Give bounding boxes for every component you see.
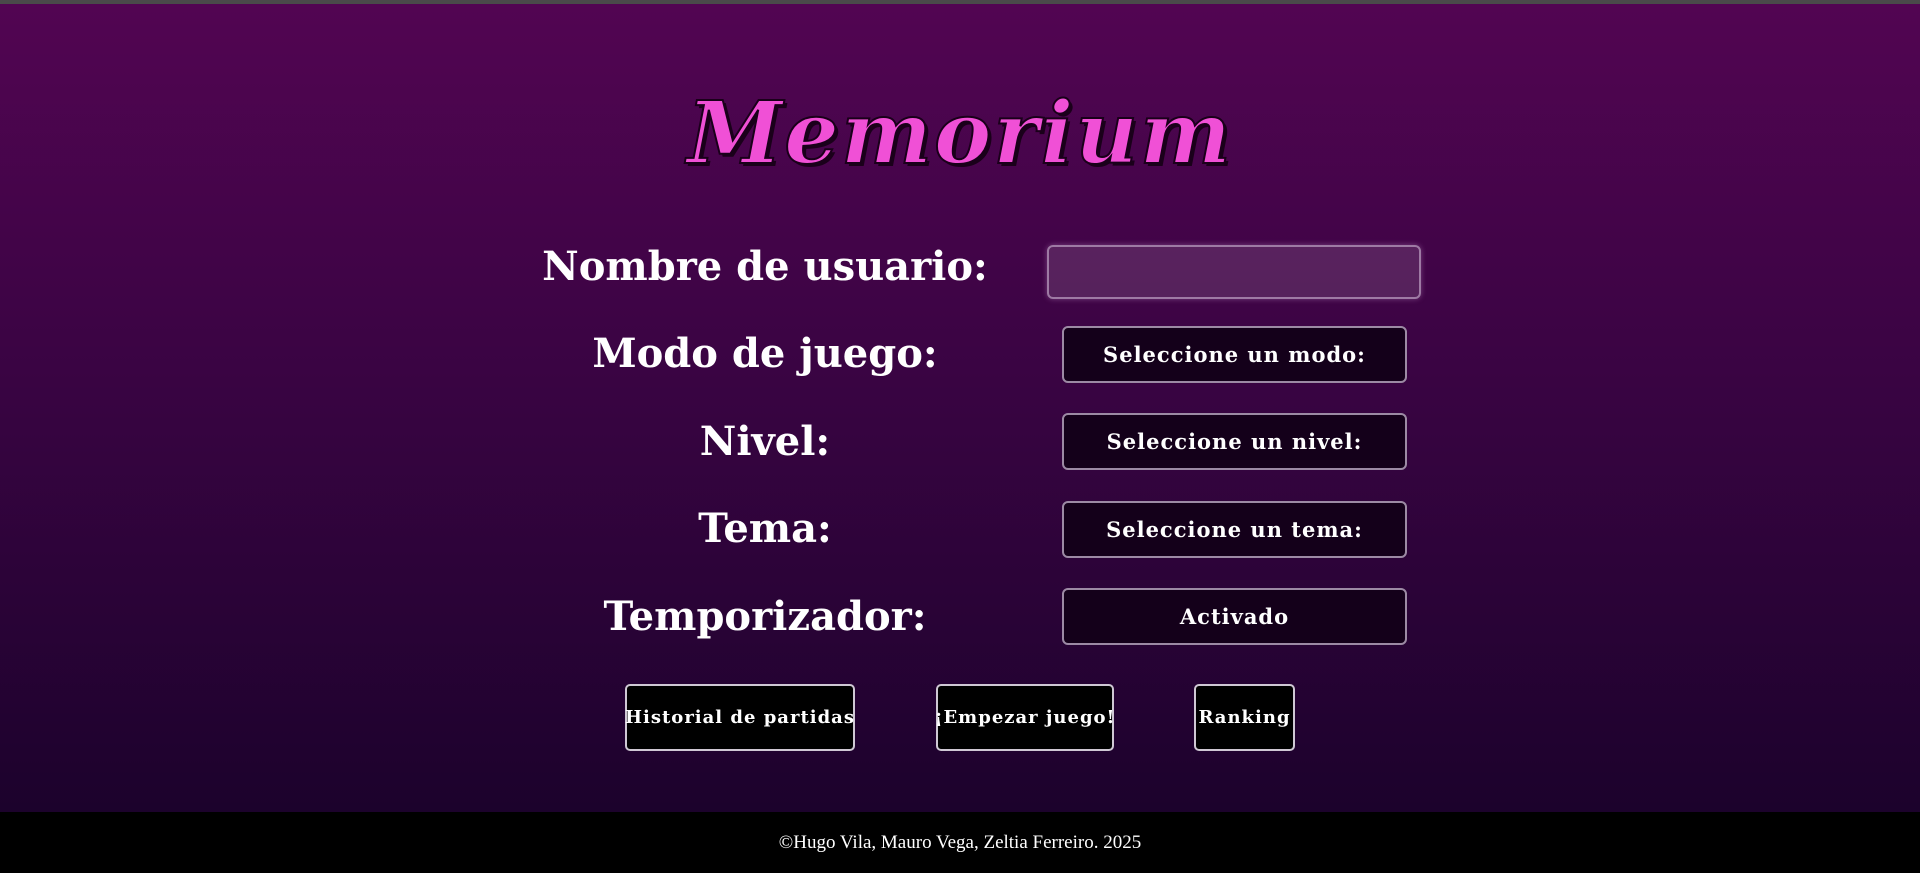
timer-label: Temporizador:	[603, 593, 927, 640]
theme-select-value: Seleccione un tema:	[1106, 517, 1363, 542]
username-label: Nombre de usuario:	[542, 243, 988, 290]
game-mode-select[interactable]: Seleccione un modo:	[1062, 326, 1407, 383]
main-panel: Memorium Nombre de usuario: Modo de jueg…	[0, 4, 1920, 812]
start-game-button[interactable]: ¡Empezar juego!	[934, 684, 1116, 751]
copyright-text: ©Hugo Vila, Mauro Vega, Zeltia Ferreiro.…	[778, 831, 1142, 853]
username-input[interactable]	[1047, 245, 1421, 299]
start-game-button-label: ¡Empezar juego!	[934, 707, 1116, 728]
ranking-button-label: Ranking	[1198, 707, 1291, 728]
level-label: Nivel:	[699, 418, 831, 465]
level-select-value: Seleccione un nivel:	[1106, 429, 1363, 454]
game-mode-select-value: Seleccione un modo:	[1103, 342, 1366, 367]
history-button-label: Historial de partidas	[625, 707, 855, 728]
timer-select-value: Activado	[1179, 604, 1290, 629]
footer: ©Hugo Vila, Mauro Vega, Zeltia Ferreiro.…	[0, 812, 1920, 873]
ranking-button[interactable]: Ranking	[1194, 684, 1295, 751]
app-title: Memorium	[686, 83, 1233, 185]
theme-select[interactable]: Seleccione un tema:	[1062, 501, 1407, 558]
level-select[interactable]: Seleccione un nivel:	[1062, 413, 1407, 470]
history-button[interactable]: Historial de partidas	[625, 684, 855, 751]
game-mode-label: Modo de juego:	[592, 330, 938, 377]
theme-label: Tema:	[698, 505, 832, 552]
timer-select[interactable]: Activado	[1062, 588, 1407, 645]
